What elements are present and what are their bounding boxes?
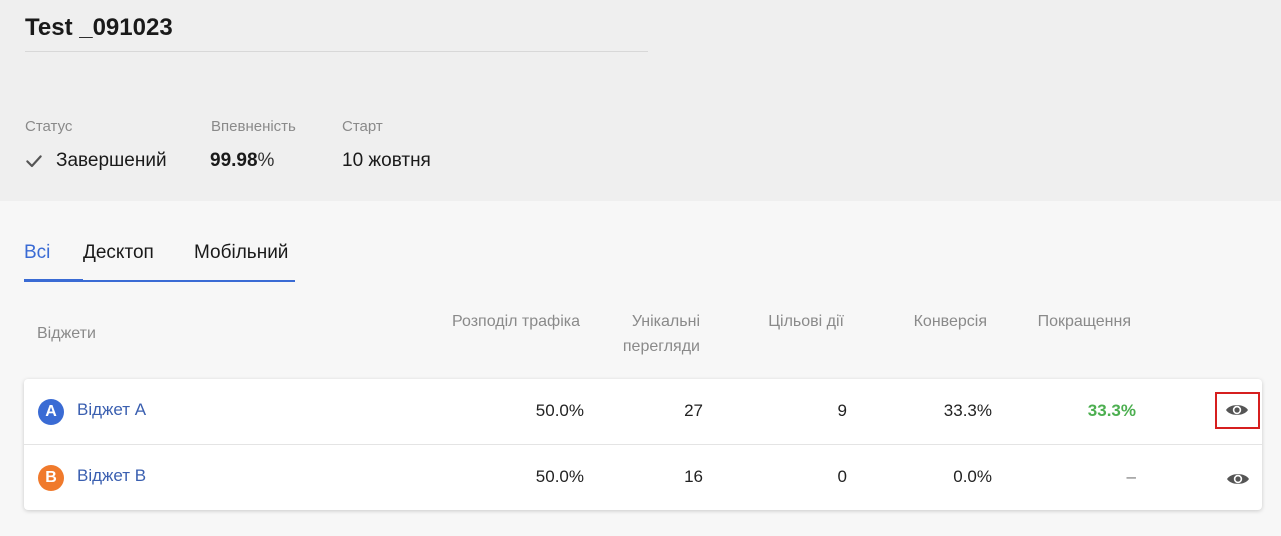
start-value: 10 жовтня (342, 150, 431, 171)
status-text: Завершений (56, 150, 167, 171)
status-value: Завершений (24, 150, 167, 172)
improvement-cell: 33.3% (1087, 401, 1136, 420)
column-header-goals: Цільові дії (768, 313, 844, 330)
column-header-unique-views-line2: перегляди (622, 338, 700, 355)
widgets-table: A Віджет A 50.0% 27 9 33.3% 33.3% B Відж… (24, 379, 1262, 510)
view-button-highlight[interactable] (1215, 392, 1260, 429)
unique-views-cell: 16 (684, 467, 703, 486)
column-header-traffic: Розподіл трафіка (452, 313, 580, 330)
eye-icon[interactable] (1226, 471, 1250, 487)
goals-cell: 0 (837, 467, 847, 486)
tab-all[interactable]: Всі (24, 238, 83, 282)
goals-cell: 9 (837, 401, 847, 420)
status-label: Статус (25, 118, 73, 135)
conversion-cell: 33.3% (943, 401, 992, 420)
confidence-percent-sign: % (257, 150, 275, 171)
traffic-cell: 50.0% (535, 467, 584, 486)
page-title: Test _091023 (25, 14, 173, 41)
conversion-cell: 0.0% (953, 467, 992, 486)
traffic-cell: 50.0% (535, 401, 584, 420)
widget-name-link[interactable]: Віджет B (77, 466, 146, 486)
column-header-improvement: Покращення (1037, 313, 1131, 330)
confidence-value: 99.98% (210, 150, 274, 172)
table-row-widget-b: B Віджет B 50.0% 16 0 0.0% – (24, 444, 1262, 509)
unique-views-cell: 27 (684, 401, 703, 420)
check-icon (26, 155, 42, 168)
table-row-widget-a: A Віджет A 50.0% 27 9 33.3% 33.3% (24, 379, 1262, 444)
column-header-widgets: Віджети (37, 325, 96, 342)
column-header-unique-views: Унікальні перегляди (580, 309, 700, 359)
test-header-panel: Test _091023 Статус Завершений Впевненіс… (0, 0, 1281, 201)
title-divider (25, 51, 648, 52)
confidence-number: 99.98 (210, 150, 258, 171)
tab-desktop[interactable]: Десктоп (83, 238, 194, 280)
start-label: Старт (342, 118, 383, 135)
widget-name-link[interactable]: Віджет A (77, 400, 146, 420)
improvement-cell: – (1126, 467, 1136, 486)
widget-badge-a: A (38, 399, 64, 425)
column-header-conversion: Конверсія (913, 313, 987, 330)
widget-badge-b: B (38, 465, 64, 491)
device-tabs: Всі Десктоп Мобільний (24, 238, 295, 282)
eye-icon[interactable] (1225, 402, 1249, 418)
confidence-label: Впевненість (211, 118, 296, 135)
column-header-unique-views-line1: Унікальні (631, 313, 700, 330)
tab-mobile[interactable]: Мобільний (194, 238, 295, 280)
